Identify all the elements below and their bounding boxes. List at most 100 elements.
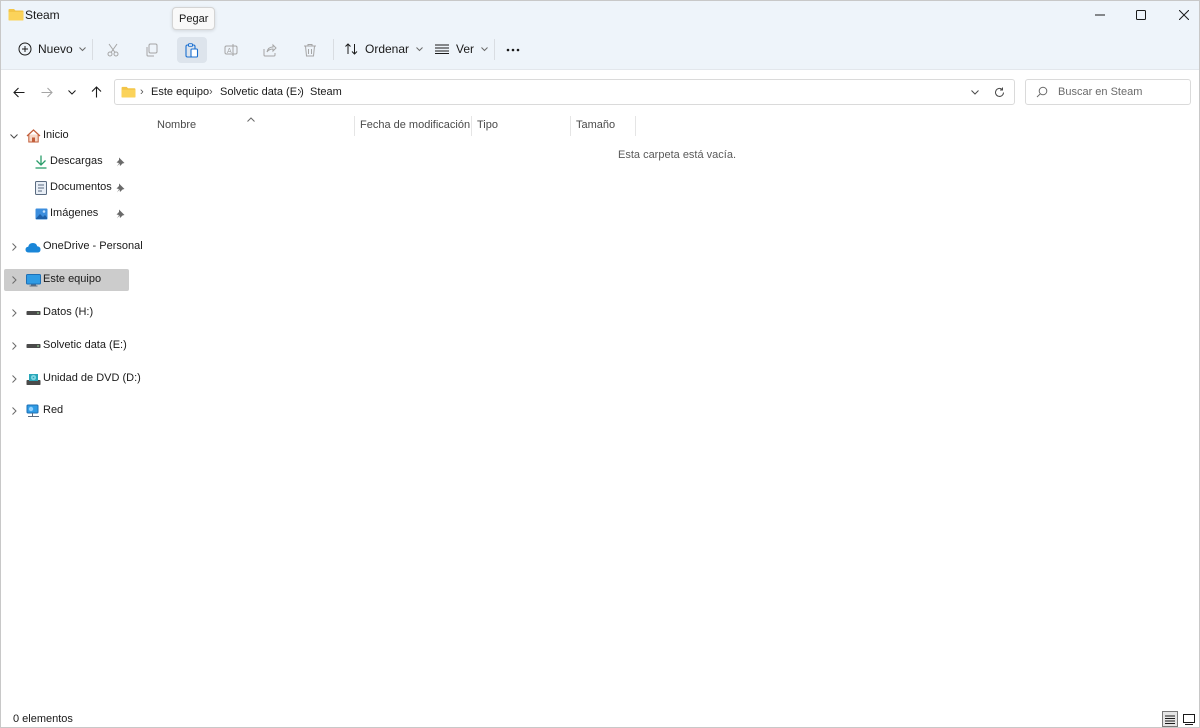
sidebar-item-this-pc[interactable]: Este equipo — [4, 269, 129, 291]
view-button[interactable]: Ver — [429, 36, 494, 62]
breadcrumb-solvetic-data[interactable]: Solvetic data (E:) — [220, 86, 304, 98]
search-icon — [1036, 86, 1048, 101]
arrow-up-icon — [91, 86, 101, 98]
sidebar-item-network[interactable]: Red — [4, 400, 129, 422]
minimize-icon — [1095, 14, 1105, 16]
paste-button[interactable] — [177, 37, 207, 63]
column-header-label: Tamaño — [576, 119, 616, 131]
search-input[interactable] — [1058, 84, 1184, 100]
delete-button[interactable] — [295, 37, 325, 63]
cut-button[interactable] — [98, 37, 128, 63]
breadcrumb-steam[interactable]: Steam — [310, 86, 342, 98]
column-divider[interactable] — [635, 116, 636, 136]
navigation-pane: Inicio Descargas Documentos Imágenes One… — [1, 116, 143, 706]
large-icons-view-button[interactable] — [1182, 712, 1196, 726]
chevron-right-icon[interactable] — [9, 405, 19, 417]
breadcrumb-separator-icon[interactable]: › — [298, 86, 302, 98]
sidebar-item-datos-h[interactable]: Datos (H:) — [4, 302, 129, 324]
download-icon — [33, 154, 49, 170]
column-divider[interactable] — [354, 116, 355, 136]
share-button[interactable] — [255, 37, 285, 63]
chevron-right-icon[interactable] — [9, 307, 19, 319]
copy-button[interactable] — [137, 37, 167, 63]
refresh-button[interactable] — [992, 85, 1006, 99]
sidebar-item-documents[interactable]: Documentos — [4, 177, 129, 199]
more-options-button[interactable] — [498, 37, 528, 63]
column-header-label: Tipo — [477, 119, 498, 131]
close-button[interactable] — [1161, 1, 1199, 29]
column-header-label: Nombre — [157, 119, 197, 131]
more-icon — [506, 48, 520, 52]
file-list: Nombre Fecha de modificación Tipo Tamaño… — [141, 113, 1199, 707]
sidebar-item-label: Datos (H:) — [43, 306, 94, 318]
maximize-icon — [1136, 10, 1146, 20]
forward-button[interactable] — [37, 82, 57, 102]
pin-icon — [116, 182, 126, 194]
pictures-icon — [33, 206, 49, 222]
column-header-size[interactable]: Tamaño — [576, 113, 634, 137]
chevron-right-icon[interactable] — [9, 373, 19, 385]
maximize-button[interactable] — [1118, 1, 1164, 29]
sidebar-item-solvetic-data-e[interactable]: Solvetic data (E:) — [4, 335, 129, 357]
sidebar-item-label: Inicio — [43, 129, 69, 141]
chevron-down-icon — [68, 89, 76, 95]
column-divider[interactable] — [471, 116, 472, 136]
chevron-down-icon — [78, 46, 86, 51]
new-button[interactable]: Nuevo — [11, 36, 93, 62]
address-row: › Este equipo › Solvetic data (E:) › Ste… — [1, 71, 1199, 113]
documents-icon — [33, 180, 49, 196]
column-divider[interactable] — [570, 116, 571, 136]
breadcrumb-separator-icon[interactable]: › — [209, 86, 213, 98]
refresh-icon — [994, 87, 1004, 97]
address-bar[interactable]: › Este equipo › Solvetic data (E:) › Ste… — [114, 79, 1015, 105]
plus-circle-icon — [18, 42, 32, 56]
column-header-type[interactable]: Tipo — [477, 113, 569, 137]
network-icon — [25, 403, 41, 419]
back-button[interactable] — [9, 82, 29, 102]
sidebar-item-home[interactable]: Inicio — [4, 125, 129, 147]
sidebar-item-dvd-d[interactable]: Unidad de DVD (D:) — [4, 368, 141, 390]
breadcrumb-separator-icon[interactable]: › — [140, 86, 144, 98]
breadcrumb-this-pc[interactable]: Este equipo — [151, 86, 209, 98]
sort-button[interactable]: Ordenar — [339, 36, 429, 62]
search-box[interactable] — [1025, 79, 1191, 105]
chevron-right-icon[interactable] — [9, 340, 19, 352]
view-button-label: Ver — [456, 42, 475, 56]
chevron-right-icon[interactable] — [9, 241, 19, 253]
folder-icon — [8, 8, 24, 21]
folder-icon — [121, 86, 136, 101]
status-bar: 0 elementos — [1, 707, 1199, 727]
command-bar: Nuevo A Ordenar Ver — [1, 29, 1199, 70]
sidebar-item-label: Este equipo — [43, 273, 102, 285]
minimize-button[interactable] — [1077, 1, 1123, 29]
address-history-button[interactable] — [968, 85, 982, 99]
rename-icon: A — [224, 44, 238, 56]
rename-button[interactable]: A — [216, 37, 246, 63]
view-list-icon — [435, 44, 449, 54]
sidebar-item-downloads[interactable]: Descargas — [4, 151, 129, 173]
tiles-view-icon — [1183, 713, 1195, 725]
share-icon — [263, 43, 277, 57]
copy-icon — [146, 43, 158, 57]
empty-folder-message: Esta carpeta está vacía. — [618, 149, 737, 161]
sidebar-item-label: Unidad de DVD (D:) — [43, 372, 141, 384]
column-header-date-modified[interactable]: Fecha de modificación — [360, 113, 472, 137]
sidebar-item-onedrive[interactable]: OneDrive - Personal — [4, 236, 143, 258]
divider — [494, 39, 495, 60]
drive-icon — [25, 305, 41, 321]
sidebar-item-pictures[interactable]: Imágenes — [4, 203, 129, 225]
sort-icon — [345, 43, 358, 55]
sort-button-label: Ordenar — [365, 42, 410, 56]
recent-locations-button[interactable] — [62, 82, 82, 102]
column-header-name[interactable]: Nombre — [157, 113, 353, 137]
up-button[interactable] — [86, 82, 106, 102]
details-view-button[interactable] — [1162, 711, 1178, 727]
file-explorer-window: Steam Pegar Nuevo A Ordenar Ver › Este e… — [0, 0, 1200, 728]
chevron-right-icon[interactable] — [9, 274, 19, 286]
chevron-down-icon — [971, 89, 979, 95]
chevron-down-icon[interactable] — [9, 130, 19, 142]
sidebar-item-label: Descargas — [50, 155, 103, 167]
column-header-label: Fecha de modificación — [360, 119, 471, 131]
pin-icon — [116, 208, 126, 220]
sidebar-item-label: Solvetic data (E:) — [43, 339, 127, 351]
